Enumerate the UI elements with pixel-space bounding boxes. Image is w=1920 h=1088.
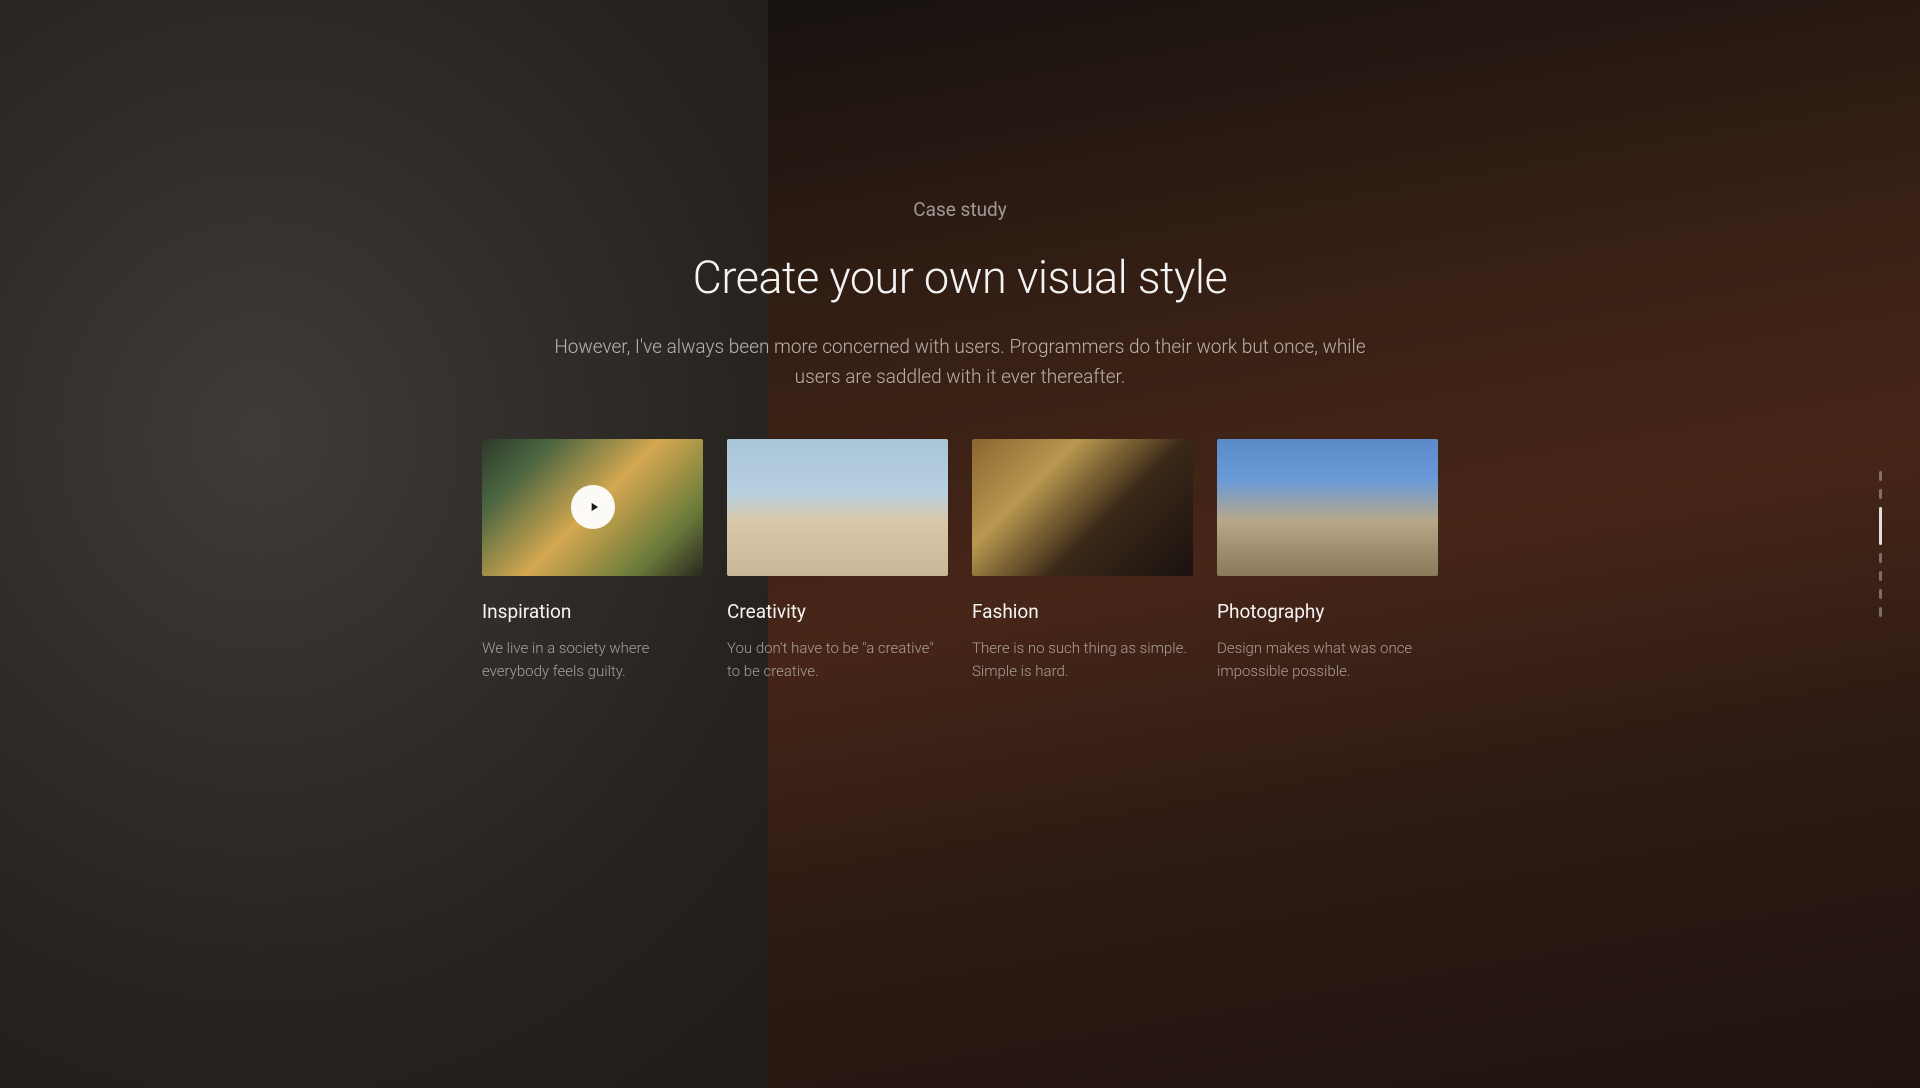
card-image-photography[interactable] <box>1217 439 1438 576</box>
scroll-dot-2[interactable] <box>1879 489 1882 499</box>
card-title: Inspiration <box>482 600 703 623</box>
scroll-dot-7[interactable] <box>1879 607 1882 617</box>
eyebrow-text: Case study <box>913 198 1007 221</box>
scroll-dot-1[interactable] <box>1879 471 1882 481</box>
card-image-inspiration[interactable] <box>482 439 703 576</box>
play-icon <box>587 500 601 514</box>
card-creativity: Creativity You don't have to be "a creat… <box>727 439 948 684</box>
scroll-indicator <box>1879 471 1882 617</box>
card-description: We live in a society where everybody fee… <box>482 637 703 684</box>
scroll-dot-3[interactable] <box>1879 507 1882 545</box>
subtext: However, I've always been more concerned… <box>550 332 1370 393</box>
card-title: Photography <box>1217 600 1438 623</box>
card-inspiration: Inspiration We live in a society where e… <box>482 439 703 684</box>
card-image-creativity[interactable] <box>727 439 948 576</box>
play-button[interactable] <box>571 485 615 529</box>
card-title: Creativity <box>727 600 948 623</box>
cards-container: Inspiration We live in a society where e… <box>482 439 1438 684</box>
card-photography: Photography Design makes what was once i… <box>1217 439 1438 684</box>
scroll-dot-4[interactable] <box>1879 553 1882 563</box>
card-title: Fashion <box>972 600 1193 623</box>
headline-text: Create your own visual style <box>693 251 1228 304</box>
card-description: There is no such thing as simple. Simple… <box>972 637 1193 684</box>
card-image-fashion[interactable] <box>972 439 1193 576</box>
card-description: You don't have to be "a creative" to be … <box>727 637 948 684</box>
card-fashion: Fashion There is no such thing as simple… <box>972 439 1193 684</box>
card-description: Design makes what was once impossible po… <box>1217 637 1438 684</box>
content-section: Case study Create your own visual style … <box>0 0 1920 1088</box>
scroll-dot-6[interactable] <box>1879 589 1882 599</box>
scroll-dot-5[interactable] <box>1879 571 1882 581</box>
